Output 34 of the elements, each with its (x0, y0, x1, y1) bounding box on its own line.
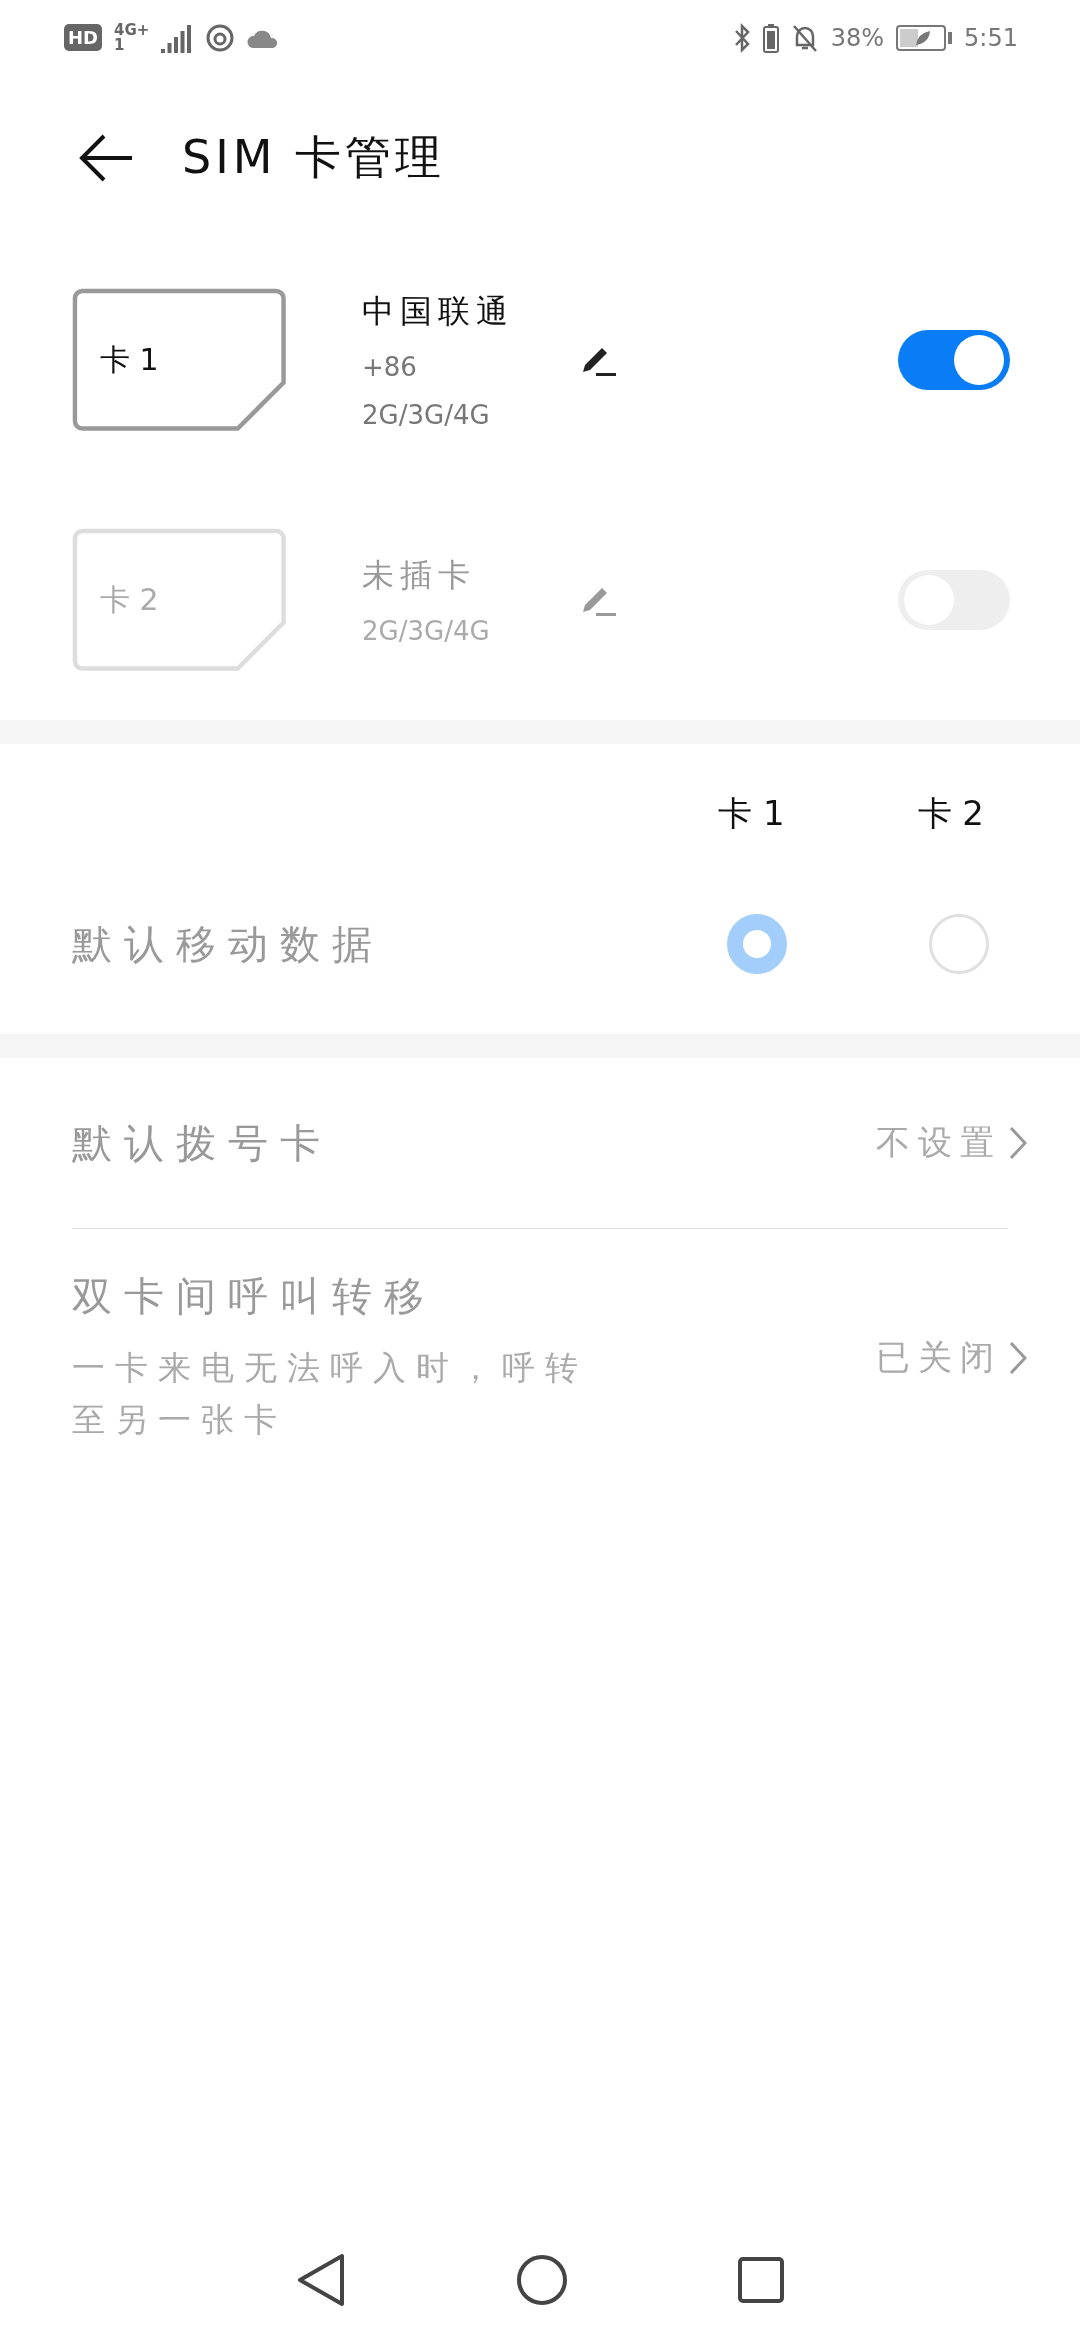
setting-description: 一卡来电无法呼入时，呼转至另一张卡 (72, 1347, 589, 1441)
chevron-right-icon (1008, 1339, 1028, 1376)
column-label: 卡 2 (917, 792, 984, 835)
clock: 5:51 (964, 23, 1018, 52)
signal-icon (161, 22, 194, 53)
battery-saver-icon (896, 24, 953, 51)
carrier-name: 未插卡 (362, 555, 477, 596)
setting-title: 默认拨号卡 (72, 1118, 332, 1168)
sim-label: 卡 2 (100, 580, 159, 619)
sim-slot: 1 (114, 37, 150, 53)
network-types: 2G/3G/4G (362, 616, 491, 646)
network-type: 4G+ (114, 22, 150, 38)
sim-card-icon (72, 287, 288, 433)
page-title: SIM 卡管理 (182, 128, 446, 186)
setting-value: 已关闭 (876, 1335, 1002, 1379)
network-types: 2G/3G/4G (362, 400, 491, 430)
toggle-switch[interactable] (898, 330, 1010, 390)
home-button[interactable] (516, 2254, 568, 2306)
battery-percent: 38% (830, 23, 885, 52)
bluetooth-icon (732, 22, 751, 53)
chevron-right-icon (1008, 1125, 1028, 1161)
back-nav-button[interactable] (296, 2253, 346, 2307)
recent-apps-button[interactable] (738, 2257, 784, 2303)
carrier-name: 中国联通 (362, 291, 515, 332)
battery-icon (762, 22, 779, 53)
column-label: 卡 1 (718, 792, 785, 835)
phone-number: +86 (362, 352, 418, 382)
setting-label: 默认移动数据 (72, 919, 384, 969)
setting-title: 双卡间呼叫转移 (72, 1272, 437, 1321)
sim-card-icon (72, 527, 288, 673)
setting-value: 不设置 (876, 1121, 1002, 1164)
back-button[interactable] (78, 132, 134, 183)
sim-label: 卡 1 (100, 340, 159, 379)
hd-badge: HD (64, 24, 102, 51)
